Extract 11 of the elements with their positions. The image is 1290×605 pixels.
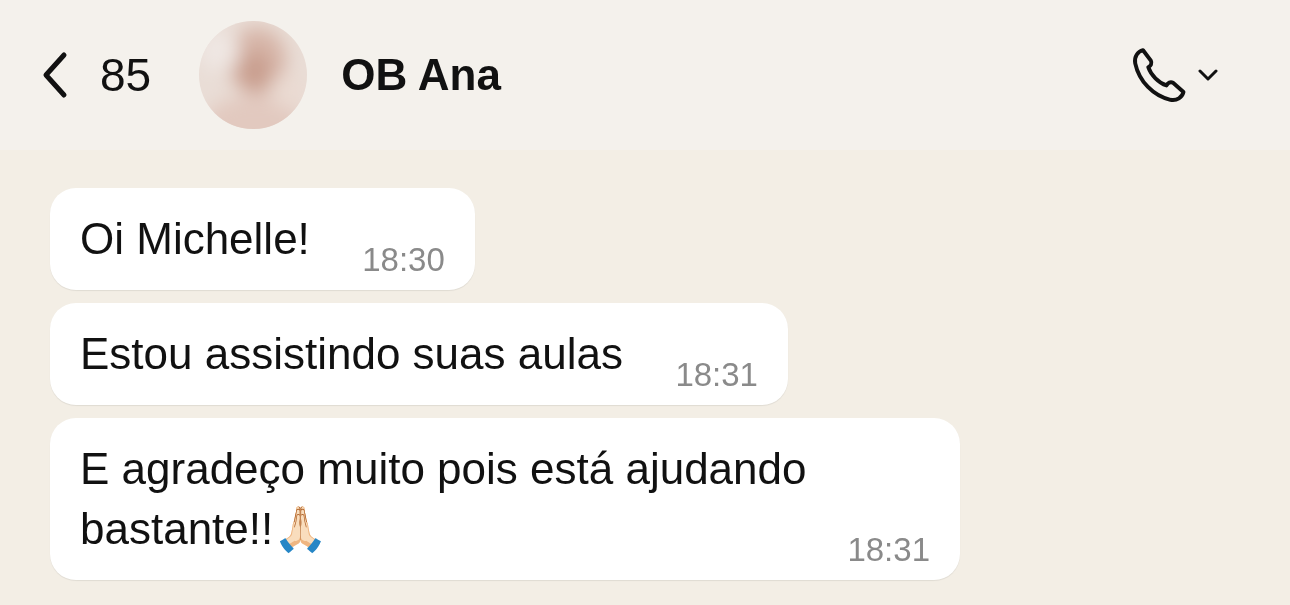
message-time: 18:30: [362, 242, 445, 278]
unread-count: 85: [100, 48, 152, 102]
message-time: 18:31: [847, 532, 930, 568]
message-text: Estou assistindo suas aulas: [80, 329, 623, 378]
message-text: Oi Michelle!: [80, 214, 310, 263]
contact-name: OB Ana: [341, 50, 501, 100]
caret-icon: [1198, 68, 1218, 82]
back-button[interactable]: 85: [40, 48, 152, 102]
message-time: 18:31: [675, 357, 758, 393]
call-button[interactable]: [1130, 45, 1218, 105]
message-text: E agradeço muito pois está ajudando bastante!!🙏🏻: [80, 444, 807, 553]
